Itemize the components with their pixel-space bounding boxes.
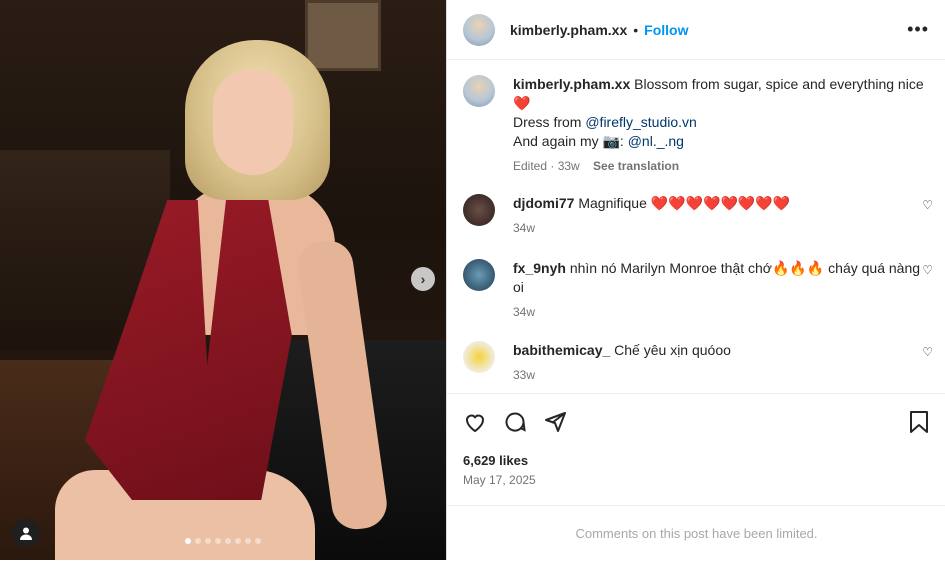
caption-text: Blossom from sugar, spice and everything… bbox=[634, 76, 924, 92]
carousel-dot bbox=[215, 538, 221, 544]
carousel-next-button[interactable]: › bbox=[411, 267, 435, 291]
caption-photo-prefix: And again my 📷: bbox=[513, 133, 628, 149]
carousel-dot bbox=[195, 538, 201, 544]
post-media[interactable]: › bbox=[0, 0, 446, 560]
comment-text: Chế yêu xịn quóoo bbox=[614, 342, 731, 358]
like-heart-icon[interactable] bbox=[463, 410, 487, 434]
photo-face bbox=[213, 70, 293, 175]
wall-frame bbox=[305, 0, 381, 71]
avatar[interactable] bbox=[463, 13, 495, 46]
comments-limited-notice: Comments on this post have been limited. bbox=[447, 505, 945, 561]
caption-username[interactable]: kimberly.pham.xx bbox=[513, 76, 630, 92]
comment-username[interactable]: fx_9nyh bbox=[513, 260, 566, 276]
commenter-avatar[interactable] bbox=[463, 341, 495, 373]
caption-edited: Edited · 33w bbox=[513, 159, 580, 173]
header-separator: • bbox=[633, 21, 639, 38]
commenter-avatar[interactable] bbox=[463, 194, 495, 226]
carousel-dot bbox=[235, 538, 241, 544]
likes-count[interactable]: 6,629 likes bbox=[447, 434, 945, 468]
chevron-right-icon: › bbox=[420, 271, 426, 287]
post-details-panel: kimberly.pham.xx • Follow ••• kimberly.p… bbox=[446, 0, 945, 560]
comment-like-icon[interactable]: ♡ bbox=[922, 263, 933, 277]
comment-username[interactable]: babithemicay_ bbox=[513, 342, 610, 358]
mention-nl-ng[interactable]: @nl._.ng bbox=[628, 133, 684, 149]
comment-item: babithemicay_ Chế yêu xịn quóoo 33w ♡ bbox=[463, 341, 933, 385]
comment-age: 34w bbox=[513, 305, 536, 319]
see-translation-button[interactable]: See translation bbox=[593, 159, 679, 173]
carousel-dots bbox=[185, 538, 261, 544]
header-username[interactable]: kimberly.pham.xx bbox=[510, 22, 627, 38]
post-header: kimberly.pham.xx • Follow ••• bbox=[447, 0, 945, 60]
comment-like-icon[interactable]: ♡ bbox=[922, 198, 933, 212]
carousel-dot bbox=[205, 538, 211, 544]
caption-dress-prefix: Dress from bbox=[513, 114, 586, 130]
share-send-icon[interactable] bbox=[543, 410, 567, 434]
mention-firefly-studio[interactable]: @firefly_studio.vn bbox=[585, 114, 696, 130]
carousel-dot bbox=[245, 538, 251, 544]
comment-text: nhìn nó Marilyn Monroe thật chớ🔥🔥🔥 cháy … bbox=[513, 260, 921, 295]
post-actions: 6,629 likes May 17, 2025 bbox=[447, 393, 945, 487]
caption-emoji: ❤️ bbox=[513, 95, 531, 111]
tagged-users-button[interactable] bbox=[12, 519, 40, 547]
carousel-dot bbox=[225, 538, 231, 544]
comment-username[interactable]: djdomi77 bbox=[513, 195, 574, 211]
commenter-avatar[interactable] bbox=[463, 259, 495, 291]
follow-button[interactable]: Follow bbox=[644, 22, 688, 38]
comment-item: fx_9nyh nhìn nó Marilyn Monroe thật chớ🔥… bbox=[463, 259, 933, 322]
comment-age: 33w bbox=[513, 368, 536, 382]
carousel-dot bbox=[185, 538, 191, 544]
comment-like-icon[interactable]: ♡ bbox=[922, 345, 933, 359]
comment-icon[interactable] bbox=[503, 410, 527, 434]
post-date: May 17, 2025 bbox=[463, 473, 536, 487]
comment-item: djdomi77 Magnifique ❤️❤️❤️❤️❤️❤️❤️❤️ 34w… bbox=[463, 194, 933, 238]
caption: kimberly.pham.xx Blossom from sugar, spi… bbox=[463, 75, 933, 176]
caption-avatar[interactable] bbox=[463, 75, 495, 107]
bookmark-icon[interactable] bbox=[908, 410, 930, 434]
user-icon bbox=[20, 527, 32, 540]
carousel-dot bbox=[255, 538, 261, 544]
comment-age: 34w bbox=[513, 221, 536, 235]
comment-text: Magnifique ❤️❤️❤️❤️❤️❤️❤️❤️ bbox=[578, 195, 791, 211]
more-options-icon[interactable]: ••• bbox=[907, 19, 929, 40]
